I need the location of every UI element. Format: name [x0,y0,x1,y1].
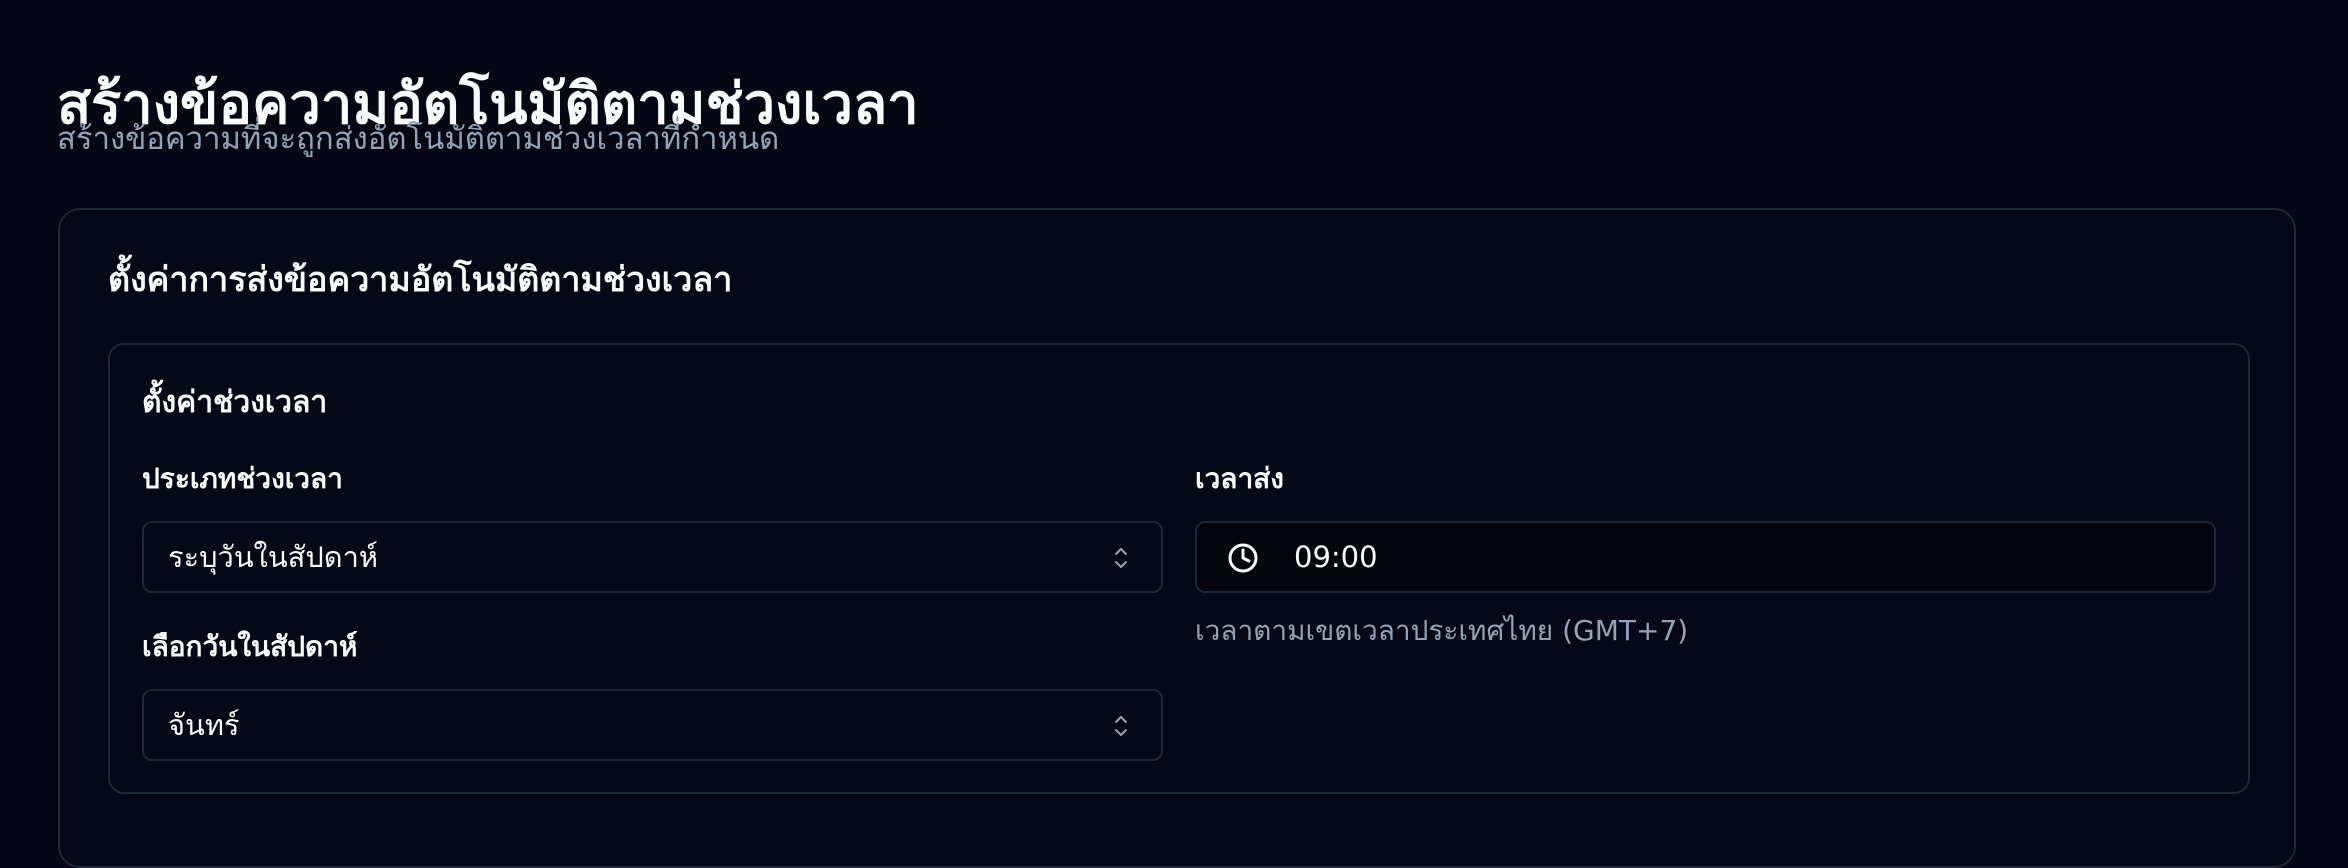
schedule-settings-card: ตั้งค่าการส่งข้อความอัตโนมัติตามช่วงเวลา… [58,208,2296,868]
range-type-select[interactable]: ระบุวันในสัปดาห์ [142,521,1163,593]
day-of-week-selected-value: จันทร์ [168,708,240,742]
chevron-up-down-icon [1115,548,1127,568]
day-of-week-label: เลือกวันในสัปดาห์ [142,630,358,663]
send-time-input[interactable]: 09:00 [1195,521,2216,593]
settings-card-title: ตั้งค่าการส่งข้อความอัตโนมัติตามช่วงเวลา [108,260,733,300]
page-subtitle: สร้างข้อความที่จะถูกส่งอัตโนมัติตามช่วงเ… [57,121,780,157]
chevron-up-down-icon [1115,716,1127,736]
range-type-label: ประเภทช่วงเวลา [142,462,343,495]
time-range-section-title: ตั้งค่าช่วงเวลา [142,385,328,420]
timezone-helper-text: เวลาตามเขตเวลาประเทศไทย (GMT+7) [1195,614,1689,647]
send-time-value: 09:00 [1294,540,1378,574]
clock-icon [1228,543,1258,573]
time-range-settings-section: ตั้งค่าช่วงเวลา ประเภทช่วงเวลา ระบุวันใน… [108,343,2250,794]
send-time-label: เวลาส่ง [1195,462,1284,495]
day-of-week-select[interactable]: จันทร์ [142,689,1163,761]
range-type-selected-value: ระบุวันในสัปดาห์ [168,540,378,574]
